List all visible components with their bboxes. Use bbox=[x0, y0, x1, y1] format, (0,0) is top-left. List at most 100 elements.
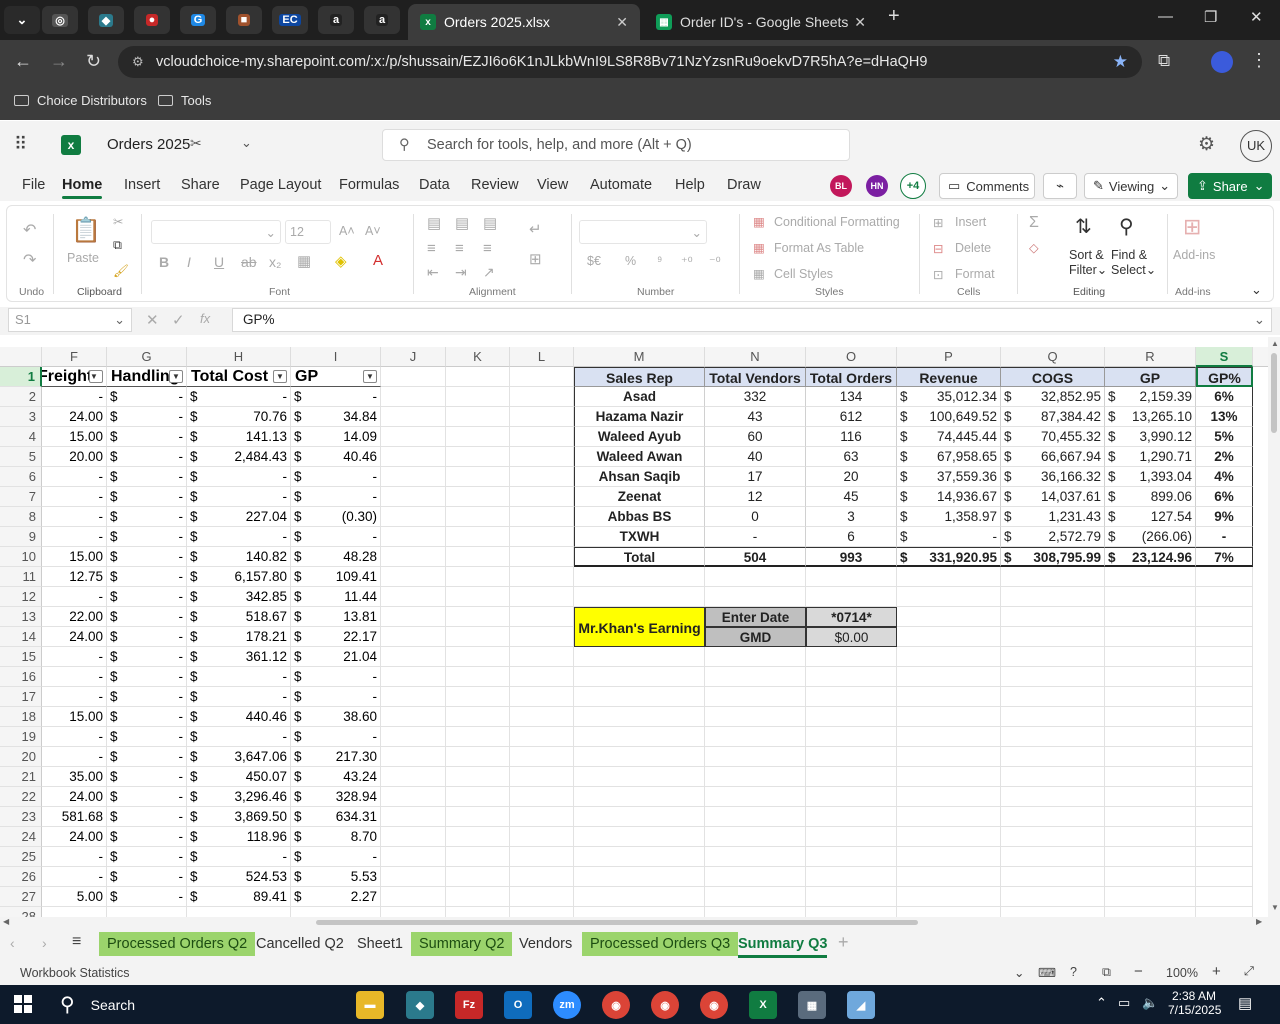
filter-dropdown-icon[interactable]: ▼ bbox=[363, 370, 377, 383]
grid-cell[interactable] bbox=[1196, 827, 1253, 847]
grid-cell[interactable] bbox=[510, 387, 574, 407]
gp-cell[interactable]: $22.17 bbox=[291, 627, 381, 647]
summary-cell-orders[interactable]: 612 bbox=[806, 407, 897, 427]
grid-cell[interactable] bbox=[574, 647, 705, 667]
confirm-entry-icon[interactable]: ✓ bbox=[172, 311, 185, 329]
cell-styles-button[interactable]: Cell Styles bbox=[774, 267, 833, 281]
row-header[interactable]: 19 bbox=[0, 727, 42, 747]
grid-cell[interactable] bbox=[381, 667, 446, 687]
grid-cell[interactable] bbox=[1001, 867, 1105, 887]
tab-google-sheets[interactable]: ▦ Order ID's - Google Sheets ✕ bbox=[644, 4, 878, 40]
freight-cell[interactable]: - bbox=[42, 727, 107, 747]
summary-cell-cogs[interactable]: $2,572.79 bbox=[1001, 527, 1105, 547]
workbook-statistics[interactable]: Workbook Statistics bbox=[20, 966, 130, 980]
row-header[interactable]: 21 bbox=[0, 767, 42, 787]
grid-cell[interactable] bbox=[574, 887, 705, 907]
handling-cell[interactable]: $ - bbox=[107, 887, 187, 907]
handling-cell[interactable]: $ - bbox=[107, 687, 187, 707]
grid-cell[interactable] bbox=[574, 707, 705, 727]
view-mode-icon[interactable]: ⧉ bbox=[1102, 965, 1111, 980]
grid-cell[interactable] bbox=[806, 907, 897, 917]
summary-cell-orders[interactable]: 63 bbox=[806, 447, 897, 467]
grid-cell[interactable] bbox=[381, 547, 446, 567]
summary-cell-revenue[interactable]: $67,958.65 bbox=[897, 447, 1001, 467]
decrease-decimal-icon[interactable]: ⁻⁰ bbox=[709, 254, 721, 269]
summary-cell-cogs[interactable]: $36,166.32 bbox=[1001, 467, 1105, 487]
summary-cell-vendors[interactable]: - bbox=[705, 527, 806, 547]
summary-cell-vendors[interactable]: 504 bbox=[705, 547, 806, 567]
grid-cell[interactable] bbox=[381, 587, 446, 607]
grid-cell[interactable] bbox=[381, 427, 446, 447]
grid-cell[interactable] bbox=[446, 547, 510, 567]
grid-cell[interactable] bbox=[510, 447, 574, 467]
total-cost-cell[interactable]: $140.82 bbox=[187, 547, 291, 567]
handling-cell[interactable]: $ - bbox=[107, 627, 187, 647]
freight-cell[interactable]: - bbox=[42, 587, 107, 607]
pinned-tab[interactable]: a bbox=[318, 6, 354, 34]
app-diamond-icon[interactable]: ◆ bbox=[406, 991, 434, 1019]
gp-cell[interactable]: $43.24 bbox=[291, 767, 381, 787]
row-header[interactable]: 1 bbox=[0, 367, 42, 387]
grid-cell[interactable] bbox=[1196, 607, 1253, 627]
grid-cell[interactable] bbox=[806, 707, 897, 727]
row-header[interactable]: 6 bbox=[0, 467, 42, 487]
gp-cell[interactable]: $ - bbox=[291, 487, 381, 507]
settings-gear-icon[interactable]: ⚙ bbox=[1198, 133, 1215, 156]
scroll-left-icon[interactable]: ◀ bbox=[3, 917, 9, 926]
freight-cell[interactable]: - bbox=[42, 667, 107, 687]
total-cost-cell[interactable]: $ - bbox=[187, 467, 291, 487]
grid-cell[interactable] bbox=[1001, 887, 1105, 907]
grid-cell[interactable] bbox=[897, 667, 1001, 687]
next-sheet-icon[interactable]: › bbox=[42, 935, 47, 951]
column-header[interactable]: I bbox=[291, 347, 381, 367]
currency-icon[interactable]: $€ bbox=[587, 254, 601, 268]
grid-cell[interactable] bbox=[1105, 647, 1196, 667]
row-header[interactable]: 20 bbox=[0, 747, 42, 767]
freight-cell[interactable]: 24.00 bbox=[42, 407, 107, 427]
grid-cell[interactable] bbox=[897, 847, 1001, 867]
fullscreen-icon[interactable]: ⤢ bbox=[1244, 964, 1254, 979]
fill-color-icon[interactable]: ◈ bbox=[335, 252, 347, 270]
grid-cell[interactable] bbox=[510, 767, 574, 787]
number-format-select[interactable]: ⌄ bbox=[579, 220, 707, 244]
column-header[interactable]: K bbox=[446, 347, 510, 367]
handling-cell[interactable]: $ - bbox=[107, 827, 187, 847]
subscript-icon[interactable]: x₂ bbox=[269, 254, 281, 270]
close-tab-icon[interactable]: ✕ bbox=[616, 14, 628, 31]
column-header[interactable]: F bbox=[42, 347, 107, 367]
copy-icon[interactable]: ⧉ bbox=[113, 238, 122, 253]
horizontal-scroll-thumb[interactable] bbox=[316, 920, 918, 925]
grid-cell[interactable] bbox=[1196, 707, 1253, 727]
grid-cell[interactable] bbox=[381, 767, 446, 787]
align-center-icon[interactable]: ≡ bbox=[455, 240, 464, 257]
row-header[interactable]: 4 bbox=[0, 427, 42, 447]
paste-label[interactable]: Paste bbox=[67, 251, 99, 265]
gp-cell[interactable]: $328.94 bbox=[291, 787, 381, 807]
gp-cell[interactable]: $40.46 bbox=[291, 447, 381, 467]
grid-cell[interactable] bbox=[446, 447, 510, 467]
handling-cell[interactable]: $ - bbox=[107, 747, 187, 767]
grid-cell[interactable] bbox=[1105, 767, 1196, 787]
row-header[interactable]: 26 bbox=[0, 867, 42, 887]
grid-cell[interactable] bbox=[897, 567, 1001, 587]
windows-start-icon[interactable] bbox=[14, 995, 32, 1013]
grid-cell[interactable] bbox=[1196, 567, 1253, 587]
total-cost-cell[interactable]: $ - bbox=[187, 487, 291, 507]
borders-icon[interactable]: ▦ bbox=[297, 252, 311, 270]
expand-formula-chevron-icon[interactable]: ⌄ bbox=[1254, 309, 1265, 331]
freight-cell[interactable]: - bbox=[42, 687, 107, 707]
grid-cell[interactable] bbox=[705, 747, 806, 767]
tab-automate[interactable]: Automate bbox=[590, 177, 652, 193]
summary-cell-gpp[interactable]: 6% bbox=[1196, 387, 1253, 407]
total-cost-cell[interactable]: $ - bbox=[187, 727, 291, 747]
grid-cell[interactable] bbox=[574, 827, 705, 847]
freight-cell[interactable]: - bbox=[42, 387, 107, 407]
gp-cell[interactable]: $109.41 bbox=[291, 567, 381, 587]
grid-cell[interactable] bbox=[381, 367, 446, 387]
grid-cell[interactable] bbox=[574, 787, 705, 807]
grid-cell[interactable] bbox=[446, 867, 510, 887]
grid-cell[interactable] bbox=[381, 647, 446, 667]
handling-cell[interactable]: $ - bbox=[107, 567, 187, 587]
handling-cell[interactable]: $ - bbox=[107, 427, 187, 447]
summary-header-cell[interactable]: Total Vendors bbox=[705, 367, 806, 387]
